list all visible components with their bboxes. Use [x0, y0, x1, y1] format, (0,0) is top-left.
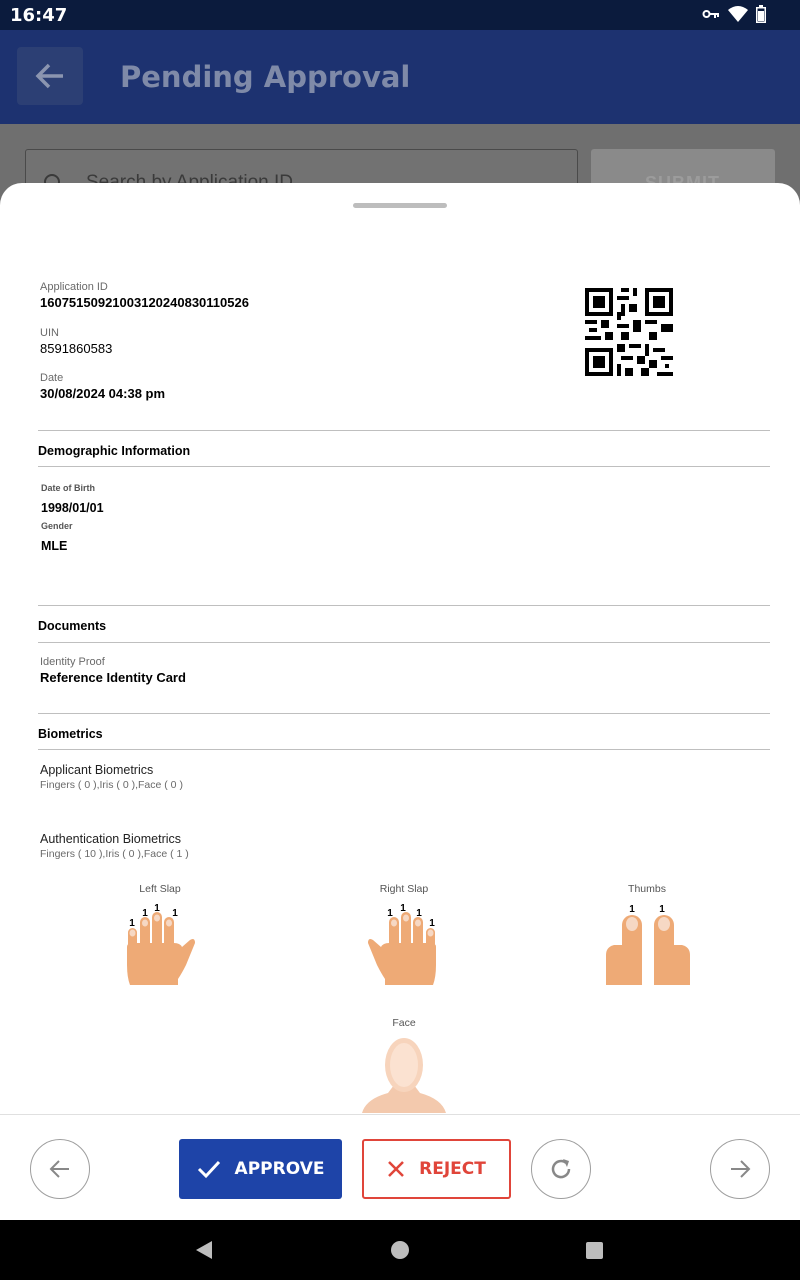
refresh-icon — [551, 1159, 571, 1179]
divider — [38, 642, 770, 643]
vpn-key-icon — [702, 10, 719, 18]
left-slap-label: Left Slap — [139, 883, 181, 895]
dob-value: 1998/01/01 — [41, 501, 104, 515]
thumbs-label: Thumbs — [628, 883, 666, 895]
application-id-label: Application ID — [40, 281, 108, 293]
sheet-drag-handle[interactable] — [353, 203, 447, 208]
left-slap-count: 1 — [129, 918, 135, 929]
uin-value: 8591860583 — [40, 341, 113, 356]
status-icons — [702, 5, 766, 23]
face-icon[interactable] — [358, 1033, 450, 1115]
right-slap-label: Right Slap — [379, 883, 429, 895]
right-slap-count: 1 — [387, 908, 393, 919]
applicant-biometrics-summary: Fingers ( 0 ),Iris ( 0 ),Face ( 0 ) — [40, 779, 183, 791]
arrow-right-icon — [731, 1160, 751, 1178]
divider — [38, 713, 770, 714]
right-slap-count: 1 — [416, 908, 422, 919]
application-id-value: 16075150921003120240830110526 — [40, 295, 249, 310]
gender-value: MLE — [41, 539, 68, 553]
reject-label: REJECT — [419, 1159, 486, 1179]
left-slap-hand-icon[interactable]: 1 1 1 1 — [120, 895, 200, 987]
thumb-count: 1 — [629, 904, 635, 915]
right-slap-count: 1 — [400, 903, 406, 914]
qr-code-icon — [585, 288, 673, 376]
arrow-left-icon — [49, 1160, 69, 1178]
biometrics-section-title: Biometrics — [38, 727, 103, 741]
approve-button[interactable]: APPROVE — [179, 1139, 342, 1199]
battery-icon — [756, 5, 766, 23]
nav-recents-icon[interactable] — [585, 1241, 604, 1260]
app-bar: Pending Approval — [0, 30, 800, 124]
left-slap-count: 1 — [172, 908, 178, 919]
identity-proof-value: Reference Identity Card — [40, 670, 186, 685]
uin-label: UIN — [40, 327, 59, 339]
close-icon — [388, 1161, 405, 1177]
dob-label: Date of Birth — [41, 483, 95, 493]
authentication-biometrics-summary: Fingers ( 10 ),Iris ( 0 ),Face ( 1 ) — [40, 848, 189, 860]
arrow-left-icon — [35, 63, 63, 89]
refresh-button[interactable] — [531, 1139, 591, 1199]
back-button[interactable] — [17, 47, 83, 105]
next-button[interactable] — [710, 1139, 770, 1199]
face-label: Face — [392, 1017, 416, 1029]
approve-label: APPROVE — [234, 1159, 325, 1179]
divider — [38, 430, 770, 431]
check-icon — [197, 1160, 220, 1179]
reject-button[interactable]: REJECT — [362, 1139, 511, 1199]
status-bar: 16:47 — [0, 0, 800, 30]
left-slap-count: 1 — [142, 908, 148, 919]
applicant-biometrics-title: Applicant Biometrics — [40, 763, 154, 777]
action-bar: APPROVE REJECT — [0, 1114, 800, 1220]
application-detail-sheet: Application ID 1607515092100312024083011… — [0, 183, 800, 1220]
thumb-count: 1 — [659, 904, 665, 915]
identity-proof-label: Identity Proof — [40, 656, 105, 668]
divider — [38, 605, 770, 606]
nav-home-icon[interactable] — [390, 1240, 410, 1260]
system-navigation-bar — [0, 1220, 800, 1280]
documents-section-title: Documents — [38, 619, 107, 633]
previous-button[interactable] — [30, 1139, 90, 1199]
gender-label: Gender — [41, 521, 73, 531]
date-label: Date — [40, 372, 64, 384]
left-slap-count: 1 — [154, 903, 160, 914]
nav-back-icon[interactable] — [194, 1240, 214, 1260]
right-slap-count: 1 — [429, 918, 435, 929]
right-slap-hand-icon[interactable]: 1 1 1 1 — [363, 895, 443, 987]
date-value: 30/08/2024 04:38 pm — [40, 386, 166, 401]
status-time: 16:47 — [10, 5, 68, 26]
divider — [38, 466, 770, 467]
divider — [38, 749, 770, 750]
authentication-biometrics-title: Authentication Biometrics — [40, 832, 182, 846]
page-title: Pending Approval — [120, 60, 411, 94]
wifi-icon — [728, 6, 748, 22]
thumbs-hand-icon[interactable]: 1 1 — [604, 895, 692, 987]
demographic-section-title: Demographic Information — [38, 444, 191, 458]
